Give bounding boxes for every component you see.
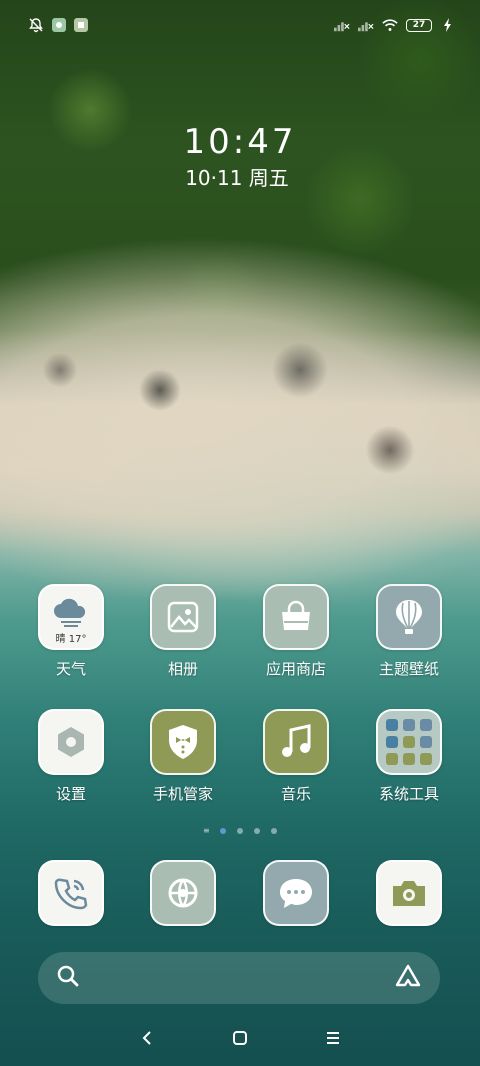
clock-time[interactable]: 10:47 — [0, 122, 480, 162]
app-store-icon[interactable] — [263, 584, 329, 650]
app-gallery[interactable]: 相册 — [128, 584, 238, 679]
search-icon[interactable] — [56, 964, 80, 992]
wifi-icon — [382, 17, 398, 33]
recents-icon[interactable] — [321, 1026, 345, 1050]
app-themes[interactable]: 主题壁纸 — [354, 584, 464, 679]
search-bar[interactable] — [38, 952, 440, 1004]
app-store[interactable]: 应用商店 — [241, 584, 351, 679]
assistant-icon[interactable] — [394, 963, 422, 993]
dock-phone[interactable] — [16, 860, 126, 926]
security-icon[interactable] — [150, 709, 216, 775]
home-icon[interactable] — [228, 1026, 252, 1050]
charging-icon — [440, 17, 456, 33]
dock-messages[interactable] — [241, 860, 351, 926]
app-label: 手机管家 — [152, 785, 213, 803]
signal-icon — [358, 17, 374, 33]
app-label: 相册 — [167, 660, 198, 678]
navigation-bar — [0, 1026, 480, 1050]
weather-icon[interactable]: 晴 17° — [38, 584, 104, 650]
page-dot[interactable] — [271, 828, 277, 834]
app-system-tools[interactable]: 系统工具 — [354, 709, 464, 804]
browser-icon[interactable] — [150, 860, 216, 926]
back-icon[interactable] — [135, 1026, 159, 1050]
page-dot[interactable] — [220, 828, 226, 834]
music-icon[interactable] — [263, 709, 329, 775]
page-dot[interactable] — [237, 828, 243, 834]
page-indicator[interactable]: ≡ — [0, 827, 480, 835]
folder-icon[interactable] — [376, 709, 442, 775]
gallery-icon[interactable] — [150, 584, 216, 650]
app-weather[interactable]: 晴 17° 天气 — [16, 584, 126, 679]
messages-icon[interactable] — [263, 860, 329, 926]
wallpaper-rocks — [0, 330, 480, 490]
app-security[interactable]: 手机管家 — [128, 709, 238, 804]
app-settings[interactable]: 设置 — [16, 709, 126, 804]
page-dot[interactable] — [254, 828, 260, 834]
app-label: 系统工具 — [378, 785, 439, 803]
weather-temp: 晴 17° — [55, 634, 87, 645]
app-label: 音乐 — [280, 785, 311, 803]
app-label: 天气 — [55, 660, 86, 678]
app-label: 应用商店 — [265, 660, 326, 678]
camera-icon[interactable] — [376, 860, 442, 926]
battery-icon: 27 — [406, 18, 432, 32]
page-list-icon[interactable]: ≡ — [203, 827, 210, 835]
clock-date[interactable]: 10·11 周五 — [0, 162, 474, 191]
app-music[interactable]: 音乐 — [241, 709, 351, 804]
themes-icon[interactable] — [376, 584, 442, 650]
notifications-off-icon — [28, 17, 44, 33]
signal-icon — [334, 17, 350, 33]
app-notification-icon — [52, 18, 66, 32]
settings-icon[interactable] — [38, 709, 104, 775]
app-label: 主题壁纸 — [378, 660, 439, 678]
phone-icon[interactable] — [38, 860, 104, 926]
dock-browser[interactable] — [128, 860, 238, 926]
status-bar: 27 — [28, 14, 456, 36]
app-notification-icon — [74, 18, 88, 32]
app-label: 设置 — [55, 785, 86, 803]
dock-camera[interactable] — [354, 860, 464, 926]
